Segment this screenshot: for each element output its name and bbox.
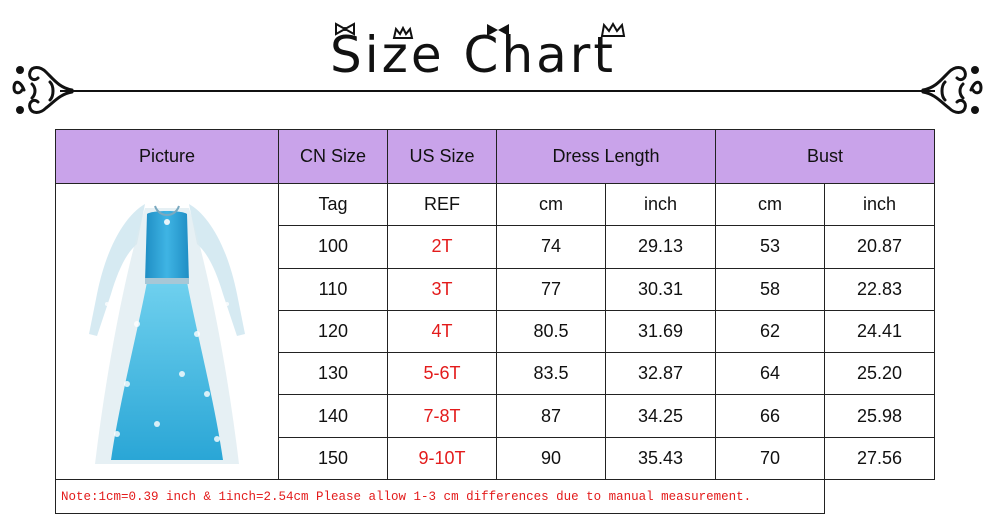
ornament-divider	[60, 90, 935, 92]
title-banner: Size Chart	[0, 0, 995, 120]
cn-size-cell: 100	[278, 225, 388, 269]
table-header-row: Picture CN Size US Size Dress Length Bus…	[55, 129, 935, 184]
dress-cm-cell: 74	[496, 225, 606, 269]
cn-size-cell: 150	[278, 436, 388, 481]
subheader-bust-cm: cm	[715, 182, 825, 227]
bust-cm-cell: 53	[715, 225, 825, 269]
cn-size-cell: 130	[278, 352, 388, 396]
note-row: Note:1cm=0.39 inch & 1inch=2.54cm Please…	[55, 479, 935, 514]
subheader-ref: REF	[387, 182, 497, 227]
dress-inch-cell: 31.69	[605, 309, 716, 354]
us-size-cell: 5-6T	[387, 352, 497, 396]
measurement-note: Note:1cm=0.39 inch & 1inch=2.54cm Please…	[55, 479, 825, 514]
table-subheader-row: Tag REF cm inch cm inch	[55, 182, 935, 480]
dress-cm-cell: 83.5	[496, 352, 606, 396]
size-chart-table: Picture CN Size US Size Dress Length Bus…	[55, 129, 935, 514]
dress-cm-cell: 77	[496, 267, 606, 311]
dress-picture	[55, 183, 279, 480]
dress-cm-cell: 90	[496, 436, 606, 481]
bust-inch-cell: 25.98	[824, 394, 935, 438]
subheader-dress-cm: cm	[496, 182, 606, 227]
header-picture: Picture	[55, 129, 279, 184]
bust-inch-cell: 25.20	[824, 352, 935, 396]
dress-image	[89, 204, 245, 464]
header-cn-size: CN Size	[278, 129, 388, 184]
us-size-cell: 3T	[387, 267, 497, 311]
dress-cm-cell: 80.5	[496, 309, 606, 354]
us-size-cell: 9-10T	[387, 436, 497, 481]
bust-inch-cell: 20.87	[824, 225, 935, 269]
dress-inch-cell: 32.87	[605, 352, 716, 396]
subheader-dress-inch: inch	[605, 182, 716, 227]
us-size-cell: 2T	[387, 225, 497, 269]
dress-inch-cell: 35.43	[605, 436, 716, 481]
us-size-cell: 4T	[387, 309, 497, 354]
dress-inch-cell: 34.25	[605, 394, 716, 438]
page-title: Size Chart	[330, 26, 616, 84]
us-size-cell: 7-8T	[387, 394, 497, 438]
dress-inch-cell: 29.13	[605, 225, 716, 269]
right-flourish-icon	[921, 66, 983, 114]
bust-cm-cell: 70	[715, 436, 825, 481]
bust-inch-cell: 27.56	[824, 436, 935, 481]
subheader-bust-inch: inch	[824, 182, 935, 227]
bust-cm-cell: 58	[715, 267, 825, 311]
size-chart-table-wrap: Picture CN Size US Size Dress Length Bus…	[55, 129, 935, 514]
header-us-size: US Size	[387, 129, 497, 184]
dress-cm-cell: 87	[496, 394, 606, 438]
bust-inch-cell: 24.41	[824, 309, 935, 354]
header-bust: Bust	[715, 129, 935, 184]
bust-cm-cell: 62	[715, 309, 825, 354]
dress-inch-cell: 30.31	[605, 267, 716, 311]
bust-inch-cell: 22.83	[824, 267, 935, 311]
cn-size-cell: 140	[278, 394, 388, 438]
bust-cm-cell: 64	[715, 352, 825, 396]
header-dress-length: Dress Length	[496, 129, 716, 184]
cn-size-cell: 120	[278, 309, 388, 354]
cn-size-cell: 110	[278, 267, 388, 311]
subheader-tag: Tag	[278, 182, 388, 227]
bust-cm-cell: 66	[715, 394, 825, 438]
